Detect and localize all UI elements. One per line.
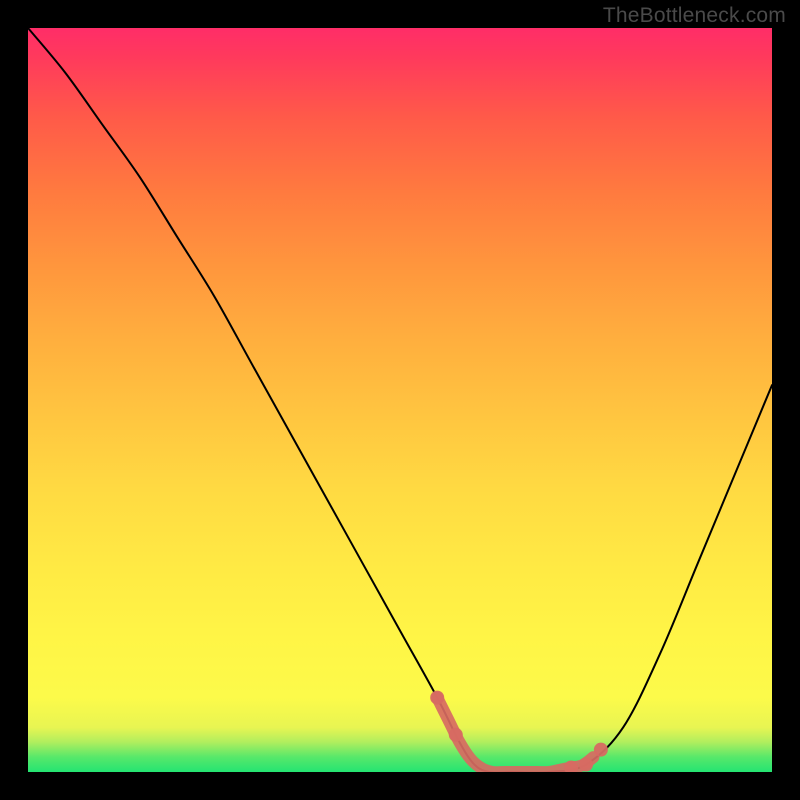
optimal-zone-highlight xyxy=(430,691,608,772)
highlight-dot xyxy=(449,728,463,742)
highlight-dot xyxy=(594,743,608,757)
chart-plot xyxy=(28,28,772,772)
watermark-text: TheBottleneck.com xyxy=(603,4,786,28)
highlight-dot xyxy=(579,758,593,772)
bottleneck-curve xyxy=(28,28,772,772)
highlight-dot xyxy=(430,691,444,705)
curve-layer xyxy=(28,28,772,772)
